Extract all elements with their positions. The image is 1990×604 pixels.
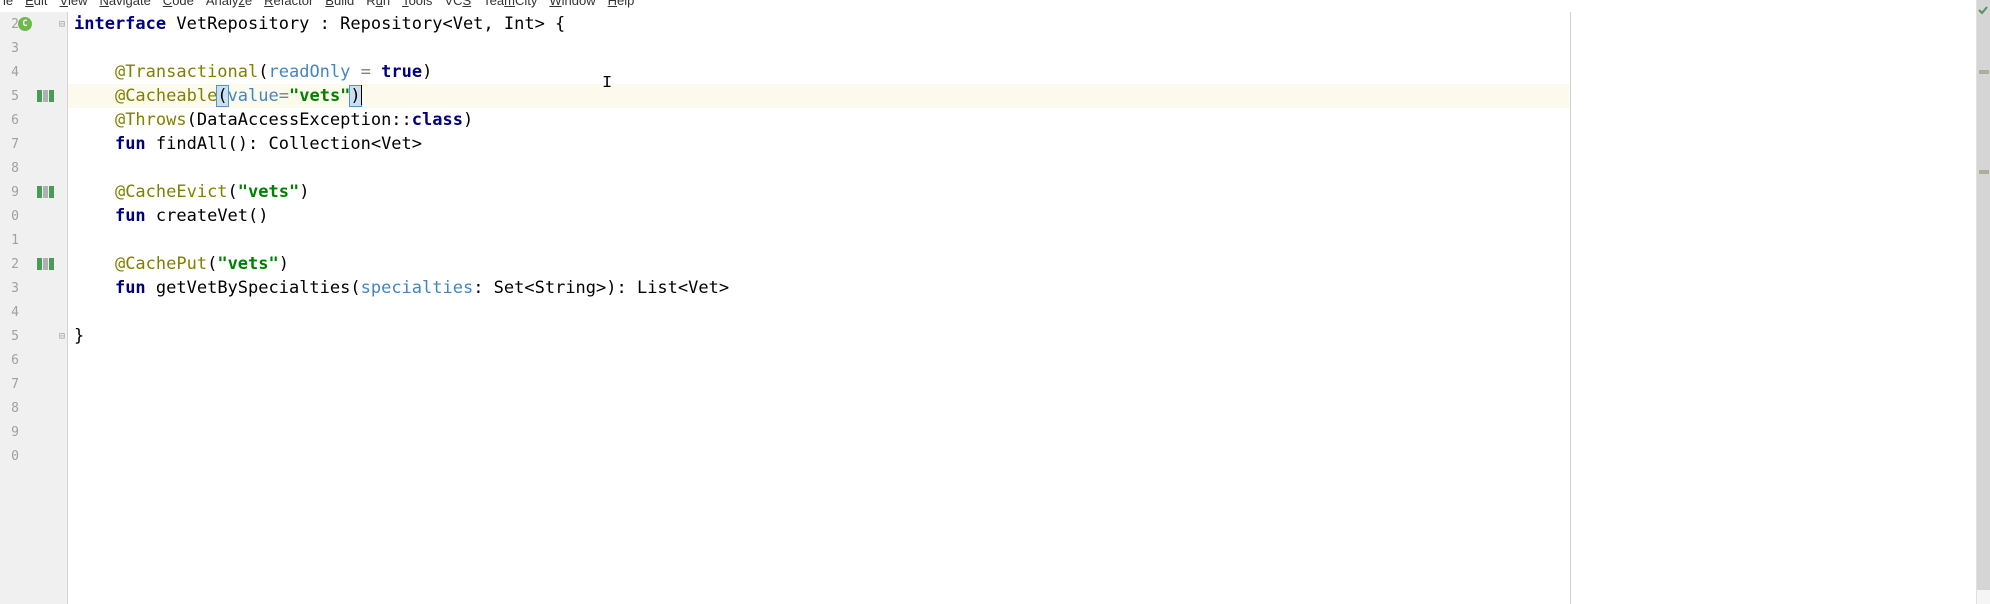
menu-code[interactable]: Code [163,0,194,7]
menu-view[interactable]: View [60,0,88,7]
line-number: 6 [5,113,19,128]
scrollbar-thumb[interactable] [1977,0,1990,590]
right-panel [1570,12,1990,604]
line-number: 5 [5,89,19,104]
editor-area: 2⊟ 3 4 5 6 7 8 9 0 1 2 3 4 5⊟ 6 7 8 9 0 … [0,12,1990,604]
menu-teamcity[interactable]: TeamCity [483,0,537,7]
menu-file[interactable]: le [3,0,13,7]
line-number: 7 [5,377,19,392]
code-line [68,156,1570,180]
code-line: @CachePut("vets") [68,252,1570,276]
line-number: 4 [5,305,19,320]
main-menu-bar: le Edit View Navigate Code Analyze Refac… [0,0,1990,12]
code-line: @Throws(DataAccessException::class) [68,108,1570,132]
code-line: fun findAll(): Collection<Vet> [68,132,1570,156]
menu-run[interactable]: Run [366,0,390,7]
vcs-change-icon[interactable] [37,186,57,198]
line-number: 9 [5,425,19,440]
line-number: 0 [5,449,19,464]
menu-build[interactable]: Build [325,0,354,7]
line-number: 2 [5,17,19,32]
menu-refactor[interactable]: Refactor [264,0,313,7]
line-number: 2 [5,257,19,272]
code-line [68,228,1570,252]
code-line: fun createVet() [68,204,1570,228]
line-number: 0 [5,209,19,224]
menu-vcs[interactable]: VCS [444,0,471,7]
line-number: 6 [5,353,19,368]
code-line-current: @Cacheable(value="vets") [68,84,1570,108]
menu-help[interactable]: Help [608,0,635,7]
line-number: 1 [5,233,19,248]
text-caret [361,85,362,105]
gutter: 2 ⊟ 3 4 5 6 7 8 9 0 1 2 3 4 5 ⊟ 6 7 8 9 0 [0,12,68,604]
line-number: 4 [5,65,19,80]
code-line [68,36,1570,60]
code-line: @Transactional(readOnly = true) [68,60,1570,84]
line-number: 9 [5,185,19,200]
menu-window[interactable]: Window [549,0,595,7]
menu-navigate[interactable]: Navigate [99,0,150,7]
line-number: 3 [5,41,19,56]
fold-icon[interactable]: ⊟ [59,331,65,342]
code-line: @CacheEvict("vets") [68,180,1570,204]
scrollbar-overview[interactable] [1976,0,1990,604]
mouse-cursor-icon: I [602,72,612,96]
line-number: 8 [5,401,19,416]
menu-tools[interactable]: Tools [402,0,432,7]
code-line: fun getVetBySpecialties(specialties: Set… [68,276,1570,300]
line-number: 7 [5,137,19,152]
line-number: 3 [5,281,19,296]
code-line: } [68,324,1570,348]
code-editor[interactable]: interface VetRepository : Repository<Vet… [68,12,1570,604]
line-number: 5 [5,329,19,344]
code-line: interface VetRepository : Repository<Vet… [68,12,1570,36]
vcs-change-icon[interactable] [37,258,57,270]
vcs-change-icon[interactable] [37,90,57,102]
fold-icon[interactable]: ⊟ [59,19,65,30]
menu-analyze[interactable]: Analyze [206,0,252,7]
line-number: 8 [5,161,19,176]
code-line [68,300,1570,324]
class-icon[interactable] [18,17,32,31]
menu-edit[interactable]: Edit [25,0,47,7]
